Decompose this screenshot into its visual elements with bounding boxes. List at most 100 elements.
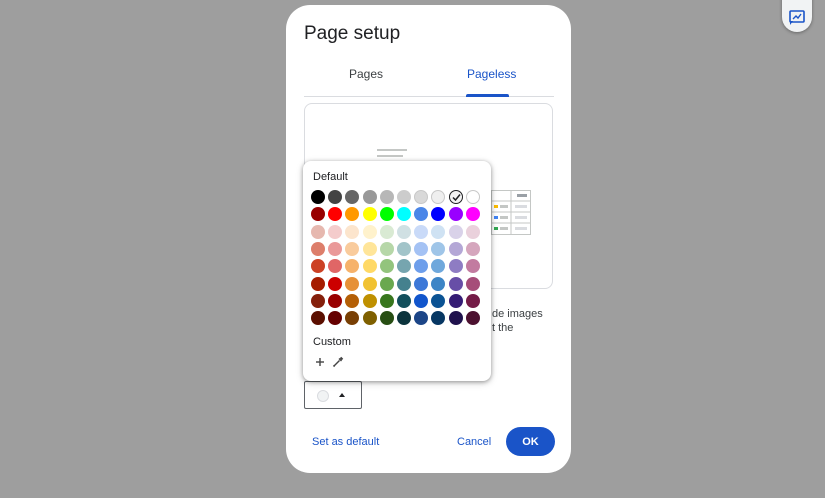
color-swatch[interactable] bbox=[311, 276, 325, 291]
color-swatch[interactable] bbox=[379, 276, 394, 291]
feedback-icon bbox=[789, 10, 805, 25]
color-swatch[interactable] bbox=[328, 190, 343, 204]
color-swatch[interactable] bbox=[414, 207, 429, 222]
color-swatch[interactable] bbox=[328, 241, 343, 256]
preview-table-graphic bbox=[491, 190, 531, 235]
color-swatch[interactable] bbox=[448, 224, 463, 239]
color-swatch[interactable] bbox=[345, 293, 360, 308]
color-swatch[interactable] bbox=[465, 224, 480, 239]
cancel-button[interactable]: Cancel bbox=[457, 436, 491, 448]
pageless-description: de images t the bbox=[492, 308, 543, 334]
color-swatch[interactable] bbox=[397, 293, 411, 308]
color-swatch[interactable] bbox=[328, 276, 343, 291]
color-swatch[interactable] bbox=[465, 293, 480, 308]
color-swatch[interactable] bbox=[465, 259, 480, 274]
color-swatch[interactable] bbox=[328, 259, 343, 274]
color-swatch[interactable] bbox=[448, 190, 463, 204]
color-swatch[interactable] bbox=[379, 241, 394, 256]
color-swatch[interactable] bbox=[414, 293, 429, 308]
preview-line bbox=[377, 155, 403, 157]
set-as-default-button[interactable]: Set as default bbox=[312, 436, 379, 448]
color-swatch[interactable] bbox=[431, 224, 446, 239]
color-swatch[interactable] bbox=[431, 190, 446, 204]
color-swatch[interactable] bbox=[362, 224, 377, 239]
color-swatch[interactable] bbox=[379, 190, 394, 204]
color-swatch[interactable] bbox=[362, 259, 377, 274]
eyedropper-icon[interactable] bbox=[331, 355, 345, 369]
color-swatch[interactable] bbox=[465, 276, 480, 291]
color-swatch[interactable] bbox=[414, 311, 429, 326]
color-swatch[interactable] bbox=[465, 190, 480, 204]
color-swatch[interactable] bbox=[379, 311, 394, 326]
color-swatch[interactable] bbox=[311, 190, 325, 204]
color-swatch[interactable] bbox=[311, 259, 325, 274]
ok-button[interactable]: OK bbox=[506, 427, 555, 456]
color-swatch[interactable] bbox=[414, 259, 429, 274]
color-swatch[interactable] bbox=[345, 241, 360, 256]
color-swatch[interactable] bbox=[328, 224, 343, 239]
checkmark-icon bbox=[452, 194, 461, 202]
color-swatch[interactable] bbox=[414, 241, 429, 256]
color-swatch[interactable] bbox=[362, 293, 377, 308]
color-swatch[interactable] bbox=[397, 241, 411, 256]
color-swatch[interactable] bbox=[465, 207, 480, 222]
color-swatch[interactable] bbox=[328, 207, 343, 222]
color-swatch[interactable] bbox=[448, 241, 463, 256]
color-swatch[interactable] bbox=[379, 207, 394, 222]
color-swatch[interactable] bbox=[345, 311, 360, 326]
tab-pages[interactable]: Pages bbox=[349, 67, 383, 81]
color-swatch[interactable] bbox=[448, 207, 463, 222]
color-swatch[interactable] bbox=[379, 293, 394, 308]
color-swatch[interactable] bbox=[448, 276, 463, 291]
color-swatch[interactable] bbox=[311, 241, 325, 256]
color-swatch[interactable] bbox=[431, 207, 446, 222]
color-swatch[interactable] bbox=[362, 190, 377, 204]
custom-colors-label: Custom bbox=[313, 336, 351, 348]
color-swatch[interactable] bbox=[448, 311, 463, 326]
color-swatch[interactable] bbox=[414, 276, 429, 291]
default-colors-label: Default bbox=[313, 171, 348, 183]
color-swatch[interactable] bbox=[311, 311, 325, 326]
background-color-dropdown[interactable] bbox=[304, 381, 362, 409]
color-swatch[interactable] bbox=[431, 276, 446, 291]
color-swatch[interactable] bbox=[397, 224, 411, 239]
tab-pageless[interactable]: Pageless bbox=[467, 67, 516, 81]
color-swatch[interactable] bbox=[362, 311, 377, 326]
color-swatch[interactable] bbox=[345, 190, 360, 204]
color-swatch[interactable] bbox=[414, 190, 429, 204]
color-swatch[interactable] bbox=[362, 276, 377, 291]
color-swatch[interactable] bbox=[328, 293, 343, 308]
add-custom-color-icon[interactable] bbox=[313, 355, 327, 369]
tab-bar: Pages Pageless bbox=[304, 61, 554, 97]
color-swatch[interactable] bbox=[362, 241, 377, 256]
color-swatch[interactable] bbox=[397, 276, 411, 291]
color-swatch[interactable] bbox=[397, 259, 411, 274]
color-swatch[interactable] bbox=[345, 276, 360, 291]
color-swatch[interactable] bbox=[431, 311, 446, 326]
color-swatch[interactable] bbox=[379, 259, 394, 274]
color-swatch[interactable] bbox=[345, 224, 360, 239]
color-swatch[interactable] bbox=[448, 259, 463, 274]
color-swatch[interactable] bbox=[414, 224, 429, 239]
color-swatch[interactable] bbox=[345, 259, 360, 274]
color-swatch[interactable] bbox=[431, 293, 446, 308]
feedback-button[interactable] bbox=[782, 0, 812, 32]
color-swatch[interactable] bbox=[431, 241, 446, 256]
color-swatch[interactable] bbox=[465, 241, 480, 256]
color-swatch[interactable] bbox=[431, 259, 446, 274]
color-swatch[interactable] bbox=[328, 311, 343, 326]
color-swatch[interactable] bbox=[362, 207, 377, 222]
color-swatch[interactable] bbox=[397, 190, 411, 204]
color-swatch[interactable] bbox=[345, 207, 360, 222]
color-swatch[interactable] bbox=[465, 311, 480, 326]
caret-up-icon bbox=[339, 393, 345, 397]
color-swatch[interactable] bbox=[311, 224, 325, 239]
color-swatch[interactable] bbox=[397, 311, 411, 326]
dialog-title: Page setup bbox=[304, 23, 401, 44]
color-swatch[interactable] bbox=[311, 207, 325, 222]
color-swatch[interactable] bbox=[311, 293, 325, 308]
color-swatch[interactable] bbox=[448, 293, 463, 308]
color-swatch[interactable] bbox=[397, 207, 411, 222]
color-swatch[interactable] bbox=[379, 224, 394, 239]
active-tab-indicator bbox=[466, 94, 509, 97]
